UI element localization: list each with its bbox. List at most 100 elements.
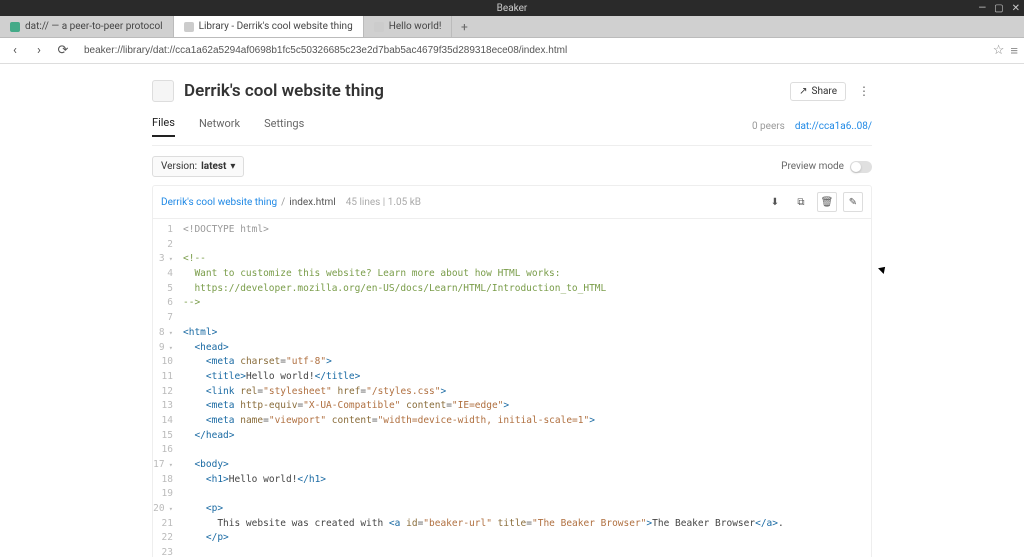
file-header: Derrik's cool website thing / index.html…: [153, 186, 871, 219]
browser-tab[interactable]: dat:// — a peer-to-peer protocol: [0, 16, 174, 37]
content-scroll[interactable]: ‹‹ Derrik's cool website thing ↗ Share ⋮…: [0, 64, 1024, 557]
code-editor[interactable]: 1234567891011121314151617181920212223242…: [153, 219, 871, 557]
tab-label: Hello world!: [389, 21, 442, 32]
line-gutter: 1234567891011121314151617181920212223242…: [153, 219, 179, 557]
subnav-item-network[interactable]: Network: [199, 117, 240, 136]
window-title: Beaker: [497, 3, 528, 14]
library-subnav: Files Network Settings 0 peers dat://cca1a…: [152, 108, 872, 146]
version-value: latest: [201, 161, 226, 172]
preview-label: Preview mode: [781, 161, 844, 172]
line-number: 15: [153, 429, 173, 444]
line-number: 4: [153, 267, 173, 282]
window-close-button[interactable]: ✕: [1012, 3, 1020, 14]
code-line[interactable]: [183, 443, 867, 458]
library-header: Derrik's cool website thing ↗ Share ⋮: [152, 74, 872, 108]
line-number: 20: [153, 502, 173, 517]
code-line[interactable]: <link rel="stylesheet" href="/styles.css…: [183, 385, 867, 400]
version-prefix: Version:: [161, 161, 197, 172]
code-line[interactable]: [183, 487, 867, 502]
code-line[interactable]: <head>: [183, 341, 867, 356]
file-toolbar: Version: latest ▾ Preview mode: [152, 146, 872, 185]
subnav-item-files[interactable]: Files: [152, 116, 175, 137]
browser-tab[interactable]: Hello world!: [364, 16, 453, 37]
code-line[interactable]: [183, 546, 867, 557]
browser-tab[interactable]: Library - Derrik's cool website thing: [174, 16, 364, 37]
subnav-item-settings[interactable]: Settings: [264, 117, 304, 136]
window-minimize-button[interactable]: —: [978, 3, 986, 14]
site-title: Derrik's cool website thing: [184, 81, 780, 101]
line-number: 8: [153, 326, 173, 341]
reload-button[interactable]: ⟳: [54, 42, 72, 60]
tab-favicon: [374, 22, 384, 32]
line-number: 1: [153, 223, 173, 238]
share-icon: ↗: [799, 86, 807, 97]
new-tab-button[interactable]: +: [452, 16, 476, 37]
preview-toggle[interactable]: [850, 161, 872, 173]
line-number: 11: [153, 370, 173, 385]
code-line[interactable]: [183, 238, 867, 253]
line-number: 9: [153, 341, 173, 356]
open-external-icon[interactable]: ⧉: [791, 192, 811, 212]
line-number: 2: [153, 238, 173, 253]
code-line[interactable]: <meta name="viewport" content="width=dev…: [183, 414, 867, 429]
breadcrumb-root[interactable]: Derrik's cool website thing: [161, 197, 277, 208]
peer-count: 0 peers: [752, 121, 785, 132]
line-number: 18: [153, 473, 173, 488]
code-line[interactable]: Want to customize this website? Learn mo…: [183, 267, 867, 282]
line-number: 13: [153, 399, 173, 414]
window-maximize-button[interactable]: ▢: [994, 3, 1003, 14]
code-line[interactable]: <h1>Hello world!</h1>: [183, 473, 867, 488]
edit-icon[interactable]: ✎: [843, 192, 863, 212]
line-number: 10: [153, 355, 173, 370]
back-button[interactable]: ‹: [6, 42, 24, 60]
code-line[interactable]: This website was created with <a id="bea…: [183, 517, 867, 532]
tab-favicon: [184, 22, 194, 32]
main-menu-button[interactable]: ≡: [1010, 43, 1018, 59]
more-menu-button[interactable]: ⋮: [856, 84, 872, 98]
tab-label: dat:// — a peer-to-peer protocol: [25, 21, 163, 32]
code-line[interactable]: </head>: [183, 429, 867, 444]
breadcrumb-sep: /: [281, 197, 285, 208]
line-number: 14: [153, 414, 173, 429]
file-name: index.html: [289, 197, 335, 208]
code-line[interactable]: <!--: [183, 252, 867, 267]
code-line[interactable]: https://developer.mozilla.org/en-US/docs…: [183, 282, 867, 297]
share-label: Share: [812, 86, 837, 97]
line-number: 17: [153, 458, 173, 473]
code-line[interactable]: <body>: [183, 458, 867, 473]
url-input[interactable]: [78, 41, 987, 61]
navbar: ‹ › ⟳ ☆ ≡: [0, 38, 1024, 64]
download-icon[interactable]: ⬇: [765, 192, 785, 212]
code-content[interactable]: <!DOCTYPE html> <!-- Want to customize th…: [179, 219, 871, 557]
code-line[interactable]: [183, 311, 867, 326]
code-line[interactable]: -->: [183, 296, 867, 311]
line-number: 7: [153, 311, 173, 326]
line-number: 19: [153, 487, 173, 502]
share-button[interactable]: ↗ Share: [790, 82, 846, 101]
line-number: 5: [153, 282, 173, 297]
code-line[interactable]: </p>: [183, 531, 867, 546]
line-number: 22: [153, 531, 173, 546]
delete-icon[interactable]: 🗑: [817, 192, 837, 212]
forward-button[interactable]: ›: [30, 42, 48, 60]
tab-label: Library - Derrik's cool website thing: [199, 21, 353, 32]
version-dropdown[interactable]: Version: latest ▾: [152, 156, 244, 177]
code-line[interactable]: <meta charset="utf-8">: [183, 355, 867, 370]
code-line[interactable]: <p>: [183, 502, 867, 517]
dat-url-link[interactable]: dat://cca1a6..08/: [795, 121, 872, 132]
file-panel: Derrik's cool website thing / index.html…: [152, 185, 872, 557]
line-number: 3: [153, 252, 173, 267]
code-line[interactable]: <title>Hello world!</title>: [183, 370, 867, 385]
window-titlebar: Beaker — ▢ ✕: [0, 0, 1024, 16]
code-line[interactable]: <html>: [183, 326, 867, 341]
code-line[interactable]: <meta http-equiv="X-UA-Compatible" conte…: [183, 399, 867, 414]
library-view: ‹‹ Derrik's cool website thing ↗ Share ⋮…: [152, 64, 872, 557]
code-line[interactable]: <!DOCTYPE html>: [183, 223, 867, 238]
tab-strip: dat:// — a peer-to-peer protocol Library …: [0, 16, 1024, 38]
site-favicon: [152, 80, 174, 102]
bookmark-star-icon[interactable]: ☆: [993, 43, 1005, 58]
line-number: 6: [153, 296, 173, 311]
chevron-down-icon: ▾: [230, 161, 235, 172]
window-controls: — ▢ ✕: [978, 3, 1020, 14]
preview-mode: Preview mode: [781, 161, 872, 173]
